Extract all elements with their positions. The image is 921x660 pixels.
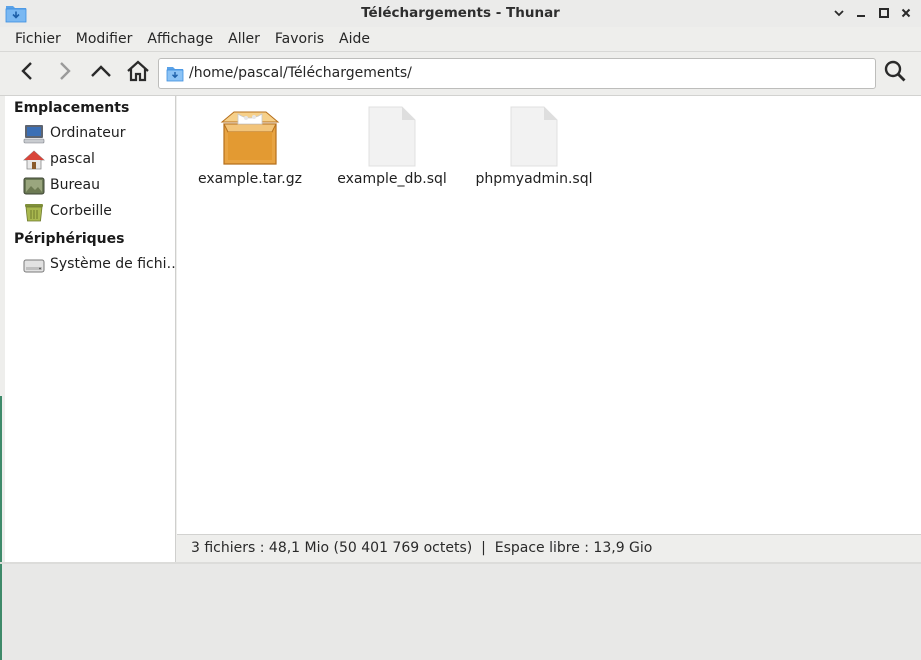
back-button[interactable] bbox=[13, 58, 43, 88]
file-item[interactable]: phpmyadmin.sql bbox=[464, 104, 604, 194]
home-folder-icon bbox=[22, 150, 46, 170]
location-bar[interactable]: /home/pascal/Téléchargements/ bbox=[158, 58, 876, 89]
chevron-down-icon[interactable] bbox=[830, 4, 848, 22]
sidebar-heading-peripheriques: Périphériques bbox=[14, 231, 125, 247]
search-button[interactable] bbox=[880, 58, 910, 88]
menu-favoris[interactable]: Favoris bbox=[267, 27, 331, 51]
file-name: example_db.sql bbox=[337, 171, 447, 187]
sidebar: Emplacements Ordinateur pascal Bureau Co… bbox=[5, 96, 181, 562]
close-icon[interactable] bbox=[897, 4, 915, 22]
sidebar-item-corbeille[interactable]: Corbeille bbox=[5, 199, 175, 225]
archive-icon bbox=[218, 106, 282, 168]
parent-folder-icon bbox=[89, 61, 113, 85]
drive-icon bbox=[23, 255, 45, 275]
file-item[interactable]: example_db.sql bbox=[322, 104, 462, 194]
sidebar-heading-emplacements: Emplacements bbox=[14, 100, 130, 116]
window-title: Téléchargements - Thunar bbox=[361, 5, 560, 21]
file-item[interactable]: example.tar.gz bbox=[180, 104, 320, 194]
file-name: phpmyadmin.sql bbox=[475, 171, 593, 187]
file-name: example.tar.gz bbox=[198, 171, 302, 187]
sidebar-item-label: pascal bbox=[50, 151, 95, 167]
sidebar-item-pascal[interactable]: pascal bbox=[5, 147, 175, 173]
document-icon bbox=[360, 106, 424, 168]
sidebar-item-bureau[interactable]: Bureau bbox=[5, 173, 175, 199]
title-bar[interactable]: Téléchargements - Thunar bbox=[0, 0, 921, 28]
menu-aide[interactable]: Aide bbox=[331, 27, 377, 51]
home-icon bbox=[126, 60, 150, 86]
location-path: /home/pascal/Téléchargements/ bbox=[189, 65, 412, 81]
menu-fichier[interactable]: Fichier bbox=[7, 27, 68, 51]
thunar-window: Téléchargements - Thunar Fichier Modifie… bbox=[0, 0, 921, 660]
maximize-icon[interactable] bbox=[875, 4, 893, 22]
menu-affichage[interactable]: Affichage bbox=[139, 27, 220, 51]
back-arrow-icon bbox=[18, 60, 38, 86]
downloads-folder-icon bbox=[166, 65, 184, 82]
home-button[interactable] bbox=[123, 58, 153, 88]
sidebar-item-label: Système de fichi… bbox=[50, 256, 181, 272]
forward-button[interactable] bbox=[49, 58, 79, 88]
sidebar-item-label: Bureau bbox=[50, 177, 100, 193]
sidebar-item-label: Ordinateur bbox=[50, 125, 126, 141]
sidebar-item-label: Corbeille bbox=[50, 203, 112, 219]
computer-icon bbox=[23, 124, 45, 144]
trash-icon bbox=[23, 202, 45, 222]
menu-bar: Fichier Modifier Affichage Aller Favoris… bbox=[0, 27, 921, 52]
status-text: 3 fichiers : 48,1 Mio (50 401 769 octets… bbox=[191, 540, 653, 556]
sidebar-item-ordinateur[interactable]: Ordinateur bbox=[5, 121, 175, 147]
desktop-icon bbox=[23, 176, 45, 196]
file-view[interactable]: example.tar.gz example_db.sql phpmyadmin… bbox=[177, 96, 921, 534]
parent-folder-button[interactable] bbox=[86, 58, 116, 88]
minimize-icon[interactable] bbox=[852, 4, 870, 22]
forward-arrow-icon bbox=[54, 60, 74, 86]
menu-modifier[interactable]: Modifier bbox=[68, 27, 140, 51]
menu-aller[interactable]: Aller bbox=[220, 27, 267, 51]
document-icon bbox=[502, 106, 566, 168]
search-icon bbox=[883, 59, 907, 87]
status-bar: 3 fichiers : 48,1 Mio (50 401 769 octets… bbox=[177, 534, 921, 562]
sidebar-item-filesystem[interactable]: Système de fichi… bbox=[5, 252, 181, 278]
